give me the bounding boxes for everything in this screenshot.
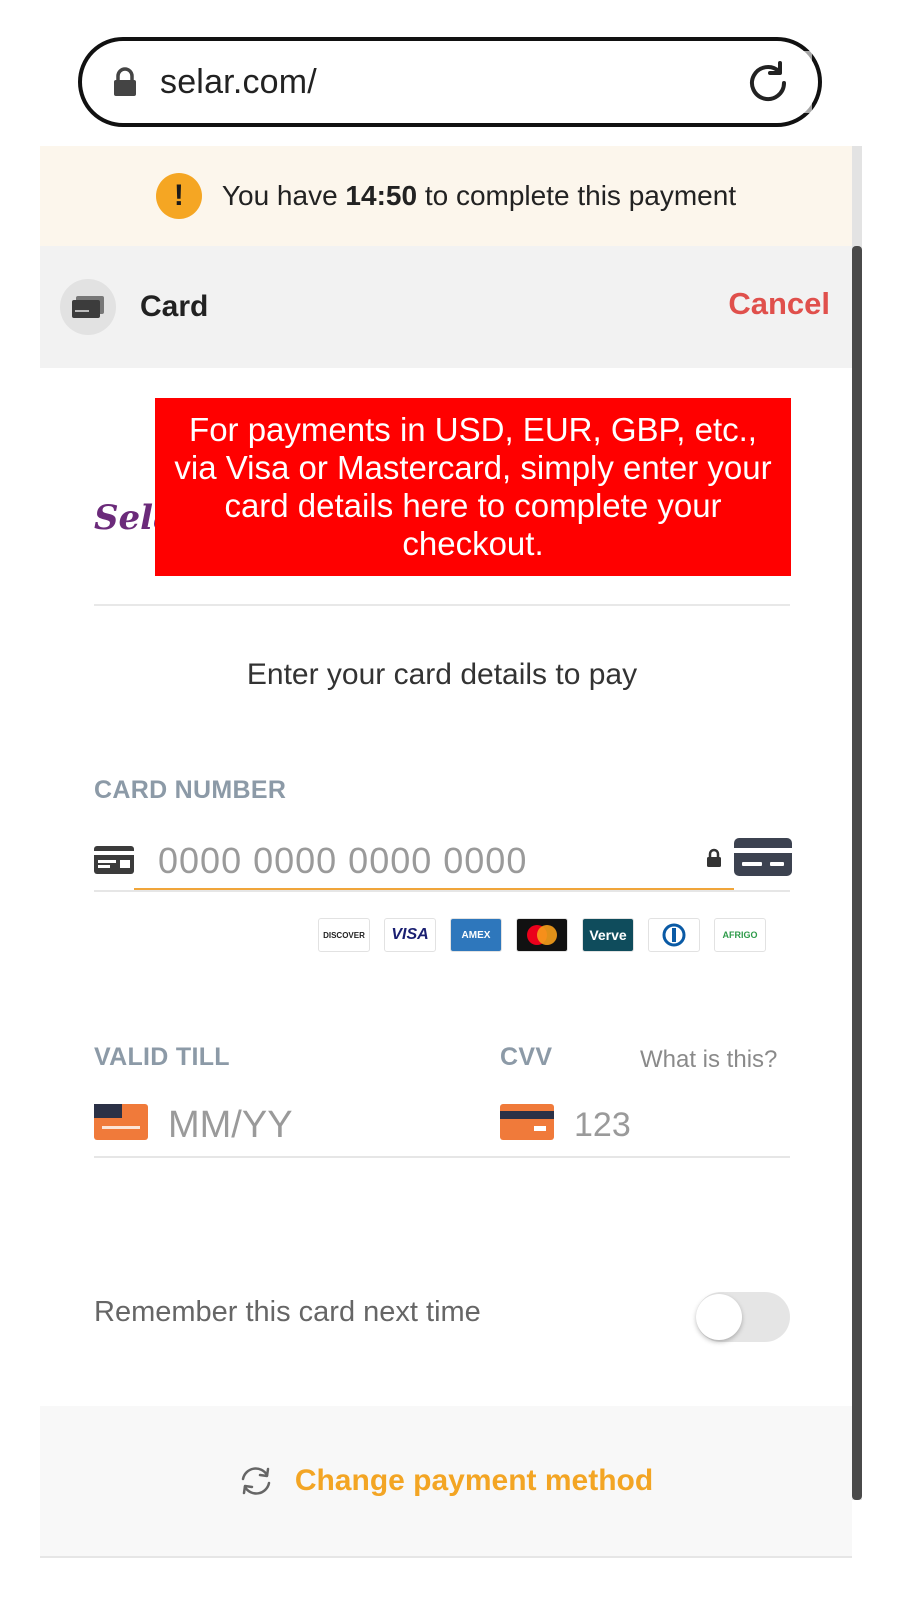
timer-text: You have 14:50 to complete this payment	[222, 180, 736, 212]
card-front-icon	[94, 846, 134, 874]
bottom-divider	[40, 1556, 852, 1558]
brand-label: DISCOVER	[323, 930, 365, 940]
url-bar[interactable]: selar.com/	[78, 37, 822, 127]
toggle-knob	[696, 1294, 742, 1340]
reload-icon[interactable]	[744, 59, 792, 107]
expiry-cvv-row	[94, 1096, 790, 1158]
remember-card-toggle[interactable]	[696, 1292, 790, 1342]
scrollbar-thumb[interactable]	[852, 246, 862, 1500]
footer: Change payment method	[40, 1406, 852, 1556]
brand-label: AMEX	[461, 929, 491, 941]
payment-method-title: Card	[140, 290, 209, 323]
card-type-icon	[734, 838, 792, 876]
visa-logo: VISA	[384, 918, 436, 952]
cancel-button[interactable]: Cancel	[728, 286, 830, 322]
remember-card-label: Remember this card next time	[94, 1296, 481, 1328]
expiry-input[interactable]	[166, 1096, 466, 1154]
valid-till-label: VALID TILL	[94, 1043, 230, 1071]
divider	[94, 604, 790, 606]
card-cvv-icon	[500, 1104, 554, 1140]
discover-logo: DISCOVER	[318, 918, 370, 952]
promo-banner: For payments in USD, EUR, GBP, etc., via…	[155, 398, 791, 576]
card-brands: DISCOVER VISA AMEX Verve AFRIGO	[318, 918, 766, 952]
change-payment-method-label: Change payment method	[294, 1464, 654, 1497]
lock-icon	[114, 67, 136, 96]
timer-bar: ! You have 14:50 to complete this paymen…	[40, 146, 852, 246]
card-number-input[interactable]	[134, 834, 734, 890]
change-payment-method-button[interactable]: Change payment method	[239, 1464, 653, 1498]
payment-panel: ! You have 14:50 to complete this paymen…	[40, 146, 852, 1600]
promo-text: For payments in USD, EUR, GBP, etc., via…	[174, 411, 772, 562]
url-text: selar.com/	[160, 62, 317, 101]
mastercard-circles-icon	[527, 925, 557, 945]
refresh-icon	[241, 1467, 271, 1495]
brand-label: AFRIGO	[722, 930, 758, 940]
verve-logo: Verve	[582, 918, 634, 952]
secure-lock-icon	[707, 848, 721, 867]
timer-prefix: You have	[221, 180, 338, 211]
mastercard-logo	[516, 918, 568, 952]
merchant-logo: Selar	[94, 498, 164, 538]
card-instruction: Enter your card details to pay	[246, 658, 638, 691]
card-expiry-icon	[94, 1104, 148, 1140]
cvv-input[interactable]	[572, 1096, 772, 1154]
diners-logo	[648, 918, 700, 952]
afrigo-logo: AFRIGO	[714, 918, 766, 952]
brand-label: Verve	[589, 927, 627, 943]
cvv-help-link[interactable]: What is this?	[640, 1046, 777, 1074]
payment-method-header: Card Cancel	[40, 246, 852, 368]
cvv-label: CVV	[500, 1043, 553, 1071]
card-method-icon	[60, 279, 116, 335]
card-number-label: CARD NUMBER	[94, 776, 287, 804]
warning-icon: !	[155, 173, 202, 219]
timer-countdown: 14:50	[345, 180, 418, 211]
card-number-row	[94, 834, 792, 892]
brand-label: VISA	[391, 926, 429, 943]
amex-logo: AMEX	[450, 918, 502, 952]
credit-card-icon	[72, 296, 104, 318]
timer-suffix: to complete this payment	[424, 180, 737, 211]
diners-circle-icon	[662, 923, 686, 947]
